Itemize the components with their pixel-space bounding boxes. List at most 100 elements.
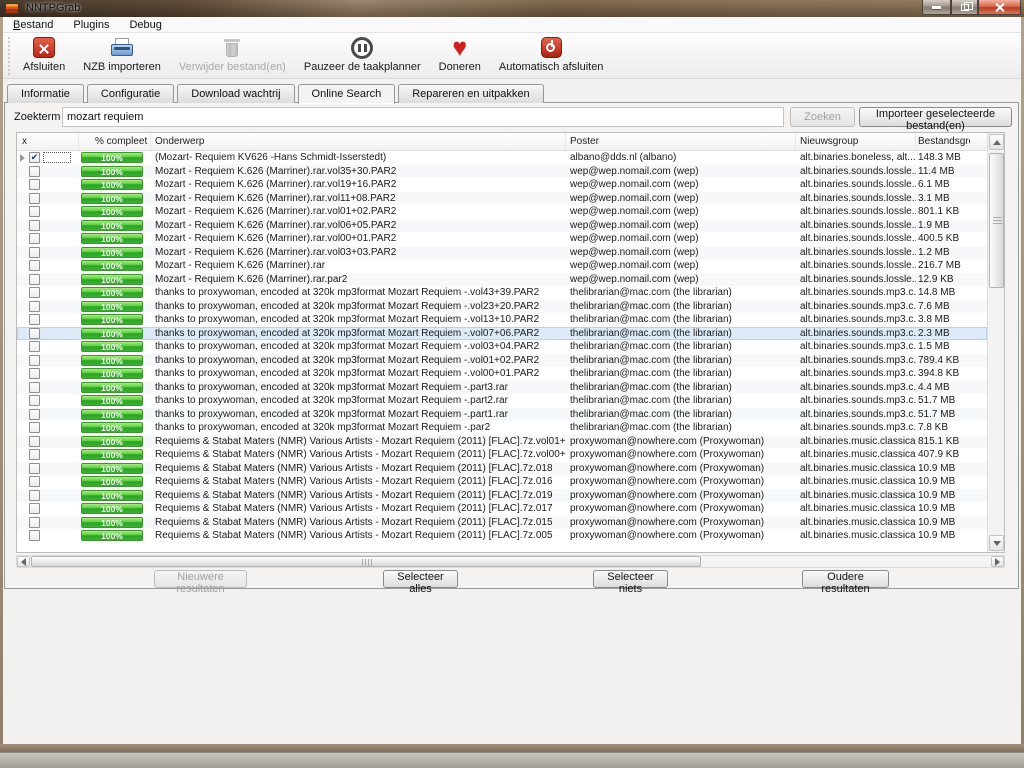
vertical-scrollbar[interactable]	[987, 133, 1004, 552]
toolbar-item-quit[interactable]: Afsluiten	[14, 33, 74, 73]
search-input[interactable]	[62, 107, 784, 127]
row-checkbox[interactable]	[29, 354, 40, 366]
result-row[interactable]: 100% Requiems & Stabat Maters (NMR) Vario…	[17, 461, 987, 475]
tab-online-search[interactable]: Online Search	[297, 84, 396, 104]
vertical-scroll-thumb[interactable]	[989, 153, 1004, 288]
row-checkbox[interactable]	[29, 192, 40, 204]
row-checkbox[interactable]	[29, 219, 40, 231]
select-all-button[interactable]: Selecteer alles	[383, 570, 458, 595]
result-row[interactable]: 100% Mozart - Requiem K.626 (Marriner).ra…	[17, 245, 987, 259]
column-header-poster[interactable]: Poster	[566, 133, 796, 150]
column-header-select[interactable]: x	[17, 133, 79, 150]
result-row[interactable]: 100% Requiems & Stabat Maters (NMR) Vario…	[17, 448, 987, 462]
column-header-percent[interactable]: % compleet	[79, 133, 151, 150]
close-button[interactable]	[978, 0, 1021, 15]
result-row[interactable]: 100% Requiems & Stabat Maters (NMR) Vario…	[17, 488, 987, 502]
result-row[interactable]: 100% thanks to proxywoman, encoded at 320…	[17, 421, 987, 435]
result-row[interactable]: 100% thanks to proxywoman, encoded at 320…	[17, 299, 987, 313]
import-selected-button[interactable]: Importeer geselecteerde bestand(en)	[859, 107, 1012, 132]
row-checkbox[interactable]	[29, 489, 40, 501]
search-button[interactable]: Zoeken	[790, 107, 855, 127]
select-none-button[interactable]: Selecteer niets	[593, 570, 668, 595]
tab-informatie[interactable]: Informatie	[7, 84, 84, 103]
tab-repareren-en-uitpakken[interactable]: Repareren en uitpakken	[398, 84, 544, 103]
menu-item-bestand[interactable]: Bestand	[3, 17, 63, 33]
result-row[interactable]: 100% Requiems & Stabat Maters (NMR) Vario…	[17, 502, 987, 516]
row-checkbox[interactable]	[29, 395, 40, 407]
result-row[interactable]: 100% Mozart - Requiem K.626 (Marriner).ra…	[17, 191, 987, 205]
result-row[interactable]: 100% thanks to proxywoman, encoded at 320…	[17, 313, 987, 327]
toolbar-item-donate-heart[interactable]: ♥ Doneren	[430, 33, 490, 73]
result-row[interactable]: 100% Requiems & Stabat Maters (NMR) Vario…	[17, 515, 987, 529]
scroll-right-button[interactable]	[991, 556, 1004, 567]
restore-button[interactable]	[951, 0, 978, 15]
result-row[interactable]: 100% Mozart - Requiem K.626 (Marriner).ra…	[17, 178, 987, 192]
result-row[interactable]: 100% Mozart - Requiem K.626 (Marriner).ra…	[17, 272, 987, 286]
result-row[interactable]: 100% thanks to proxywoman, encoded at 320…	[17, 380, 987, 394]
result-row[interactable]: 100% Mozart - Requiem K.626 (Marriner).ra…	[17, 164, 987, 178]
result-row[interactable]: 100% Mozart - Requiem K.626 (Marriner).ra…	[17, 218, 987, 232]
row-checkbox[interactable]	[29, 449, 40, 461]
result-row[interactable]: 100% Mozart - Requiem K.626 (Marriner).ra…	[17, 232, 987, 246]
row-checkbox[interactable]	[29, 314, 40, 326]
row-checkbox[interactable]	[29, 152, 40, 164]
older-results-button[interactable]: Oudere resultaten	[802, 570, 889, 595]
poster-cell: thelibrarian@mac.com (the librarian)	[570, 395, 732, 407]
result-row[interactable]: 100% thanks to proxywoman, encoded at 320…	[17, 407, 987, 421]
row-checkbox[interactable]	[29, 381, 40, 393]
result-row[interactable]: 100% thanks to proxywoman, encoded at 320…	[17, 340, 987, 354]
toolbar-item-nzb-import[interactable]: NZB importeren	[74, 33, 170, 73]
row-checkbox[interactable]	[29, 233, 40, 245]
row-checkbox[interactable]	[29, 530, 40, 542]
menu-item-plugins[interactable]: Plugins	[63, 17, 119, 33]
row-checkbox[interactable]	[29, 273, 40, 285]
column-header-size[interactable]: Bestandsgrootte	[916, 133, 970, 150]
result-row[interactable]: 100% Mozart - Requiem K.626 (Marriner).ra…	[17, 205, 987, 219]
tab-download-wachtrij[interactable]: Download wachtrij	[177, 84, 295, 103]
result-row[interactable]: 100% thanks to proxywoman, encoded at 320…	[17, 353, 987, 367]
row-checkbox[interactable]	[29, 462, 40, 474]
result-row[interactable]: 100% Requiems & Stabat Maters (NMR) Vario…	[17, 529, 987, 542]
result-row[interactable]: 100% Mozart - Requiem K.626 (Marriner).ra…	[17, 259, 987, 273]
row-checkbox[interactable]	[29, 179, 40, 191]
horizontal-scrollbar[interactable]	[16, 555, 1005, 568]
expander-icon[interactable]	[20, 153, 25, 162]
row-checkbox[interactable]	[29, 165, 40, 177]
tab-configuratie[interactable]: Configuratie	[86, 84, 175, 103]
scroll-down-button[interactable]	[989, 535, 1004, 551]
row-checkbox[interactable]	[29, 408, 40, 420]
toolbar-item-auto-shutdown[interactable]: Automatisch afsluiten	[490, 33, 613, 73]
result-row[interactable]: 100% (Mozart- Requiem KV626 -Hans Schmidt…	[17, 151, 987, 165]
result-row[interactable]: 100% Requiems & Stabat Maters (NMR) Vario…	[17, 434, 987, 448]
row-checkbox[interactable]	[29, 260, 40, 272]
row-checkbox[interactable]	[29, 422, 40, 434]
row-checkbox[interactable]	[29, 503, 40, 515]
row-checkbox[interactable]	[29, 246, 40, 258]
result-row[interactable]: 100% thanks to proxywoman, encoded at 320…	[17, 367, 987, 381]
row-checkbox[interactable]	[29, 300, 40, 312]
minimize-button[interactable]	[922, 0, 951, 15]
newer-results-button[interactable]: Nieuwere resultaten	[154, 570, 247, 595]
row-checkbox[interactable]	[29, 206, 40, 218]
scroll-up-button[interactable]	[989, 134, 1004, 150]
horizontal-scroll-thumb[interactable]	[31, 556, 701, 567]
row-checkbox[interactable]	[29, 287, 40, 299]
tab-bar: Informatie Configuratie Download wachtrij O…	[7, 84, 547, 104]
title-bar[interactable]: NNTPGrab	[0, 0, 1024, 17]
row-checkbox[interactable]	[29, 476, 40, 488]
menu-item-debug[interactable]: Debug	[119, 17, 171, 33]
row-checkbox[interactable]	[29, 368, 40, 380]
row-checkbox[interactable]	[29, 516, 40, 528]
scroll-left-button[interactable]	[17, 556, 30, 567]
toolbar-item-pause-scheduler[interactable]: Pauzeer de taakplanner	[295, 33, 430, 73]
column-header-subject[interactable]: Onderwerp	[151, 133, 566, 150]
result-row[interactable]: 100% thanks to proxywoman, encoded at 320…	[17, 286, 987, 300]
row-checkbox[interactable]	[29, 327, 40, 339]
progress-bar: 100%	[81, 192, 143, 204]
row-checkbox[interactable]	[29, 435, 40, 447]
row-checkbox[interactable]	[29, 341, 40, 353]
result-row[interactable]: 100% thanks to proxywoman, encoded at 320…	[17, 326, 987, 340]
result-row[interactable]: 100% thanks to proxywoman, encoded at 320…	[17, 394, 987, 408]
column-header-newsgroup[interactable]: Nieuwsgroup	[796, 133, 916, 150]
result-row[interactable]: 100% Requiems & Stabat Maters (NMR) Vario…	[17, 475, 987, 489]
